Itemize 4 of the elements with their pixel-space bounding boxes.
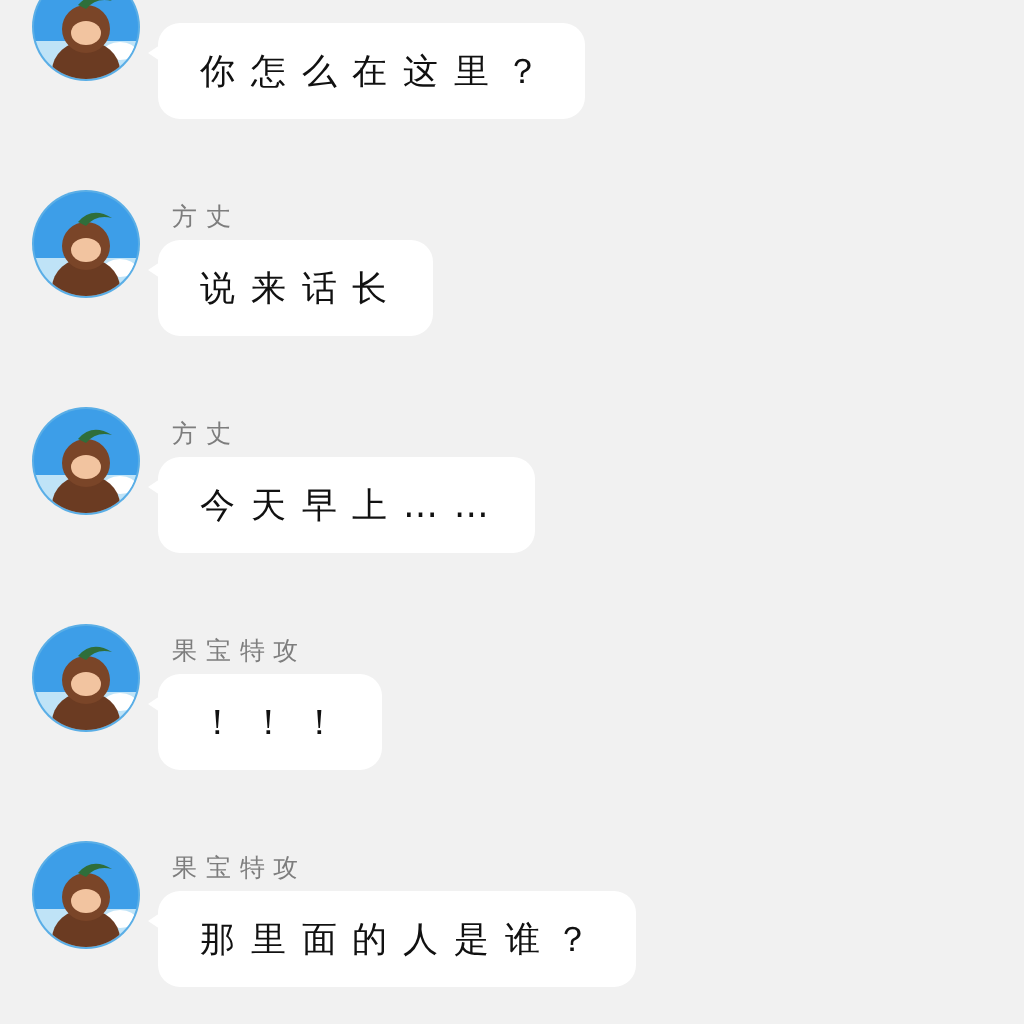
sender-name: 方丈	[171, 201, 240, 233]
sender-name: 果宝特攻	[171, 852, 307, 884]
sender-name: 方丈	[171, 418, 240, 450]
sender-name: 果宝特攻	[171, 635, 307, 667]
